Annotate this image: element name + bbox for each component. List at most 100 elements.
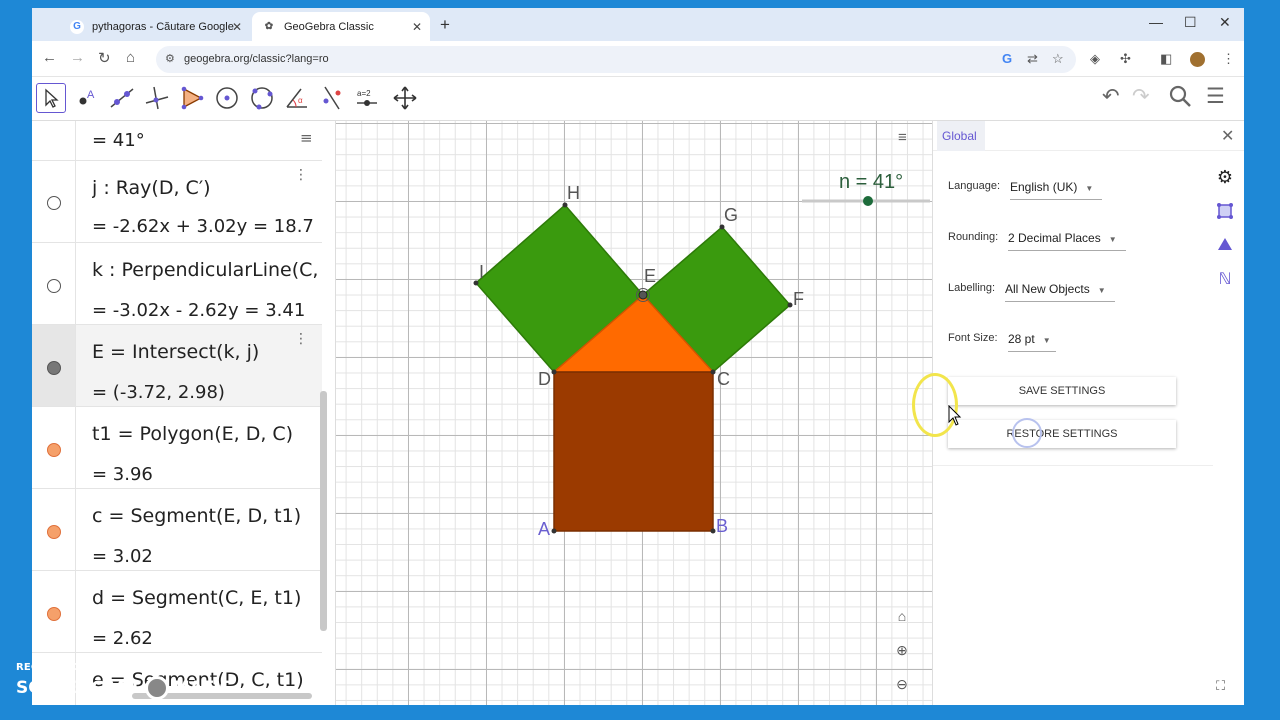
maximize-icon[interactable]: ☐ <box>1184 14 1197 31</box>
angle-tool-icon[interactable]: α <box>282 83 312 113</box>
hamburger-menu-icon[interactable]: ☰ <box>1206 84 1225 109</box>
puzzle-icon[interactable]: ✣ <box>1120 51 1131 67</box>
url-field[interactable]: ⚙ geogebra.org/classic?lang=ro <box>156 46 1076 73</box>
label-f: F <box>793 289 804 309</box>
language-dropdown[interactable]: English (UK) ▼ <box>1010 180 1102 200</box>
tab-geogebra[interactable]: ✿ GeoGebra Classic ✕ <box>252 12 430 41</box>
chevron-down-icon: ▼ <box>1097 286 1106 295</box>
point-f[interactable] <box>787 302 793 308</box>
visibility-toggle[interactable] <box>47 525 61 539</box>
chevron-down-icon: ▼ <box>1108 235 1117 244</box>
point-b[interactable] <box>710 528 716 534</box>
forward-icon[interactable]: → <box>70 49 85 66</box>
restore-settings-button[interactable]: RESTORE SETTINGS <box>948 420 1176 448</box>
gear-icon[interactable]: ⚙ <box>1211 163 1239 191</box>
point-tool-icon[interactable]: A <box>72 83 102 113</box>
slider-handle[interactable] <box>863 196 873 206</box>
visibility-toggle[interactable] <box>47 361 61 375</box>
click-indicator <box>1012 418 1042 448</box>
bookmark-star-icon[interactable]: ☆ <box>1052 51 1064 67</box>
algebra-row[interactable]: E = Intersect(k, j) = (-3.72, 2.98) ⋮ <box>32 325 322 407</box>
algebra-row[interactable]: d = Segment(C, E, t1) = 2.62 <box>32 571 322 653</box>
svg-text:α: α <box>298 96 303 105</box>
close-tab-icon[interactable]: ✕ <box>412 20 422 34</box>
polygon-tool-icon[interactable] <box>177 83 207 113</box>
point-h[interactable] <box>562 202 568 208</box>
algebra-settings-icon[interactable]: ℕ <box>1211 265 1239 293</box>
graphics-style-bar-icon[interactable]: ≡ <box>898 129 907 146</box>
visibility-toggle[interactable] <box>47 607 61 621</box>
close-settings-icon[interactable]: ✕ <box>1221 126 1234 146</box>
point-a[interactable] <box>551 528 557 534</box>
visibility-toggle[interactable] <box>47 196 61 210</box>
point-d[interactable] <box>551 369 557 375</box>
line-tool-icon[interactable] <box>107 83 137 113</box>
new-tab-icon[interactable]: + <box>440 15 450 35</box>
google-lens-icon[interactable]: G <box>1002 51 1012 66</box>
close-tab-icon[interactable]: ✕ <box>232 20 242 34</box>
label-d: D <box>538 369 551 389</box>
fullscreen-icon[interactable]: ⛶ <box>1216 678 1225 694</box>
close-window-icon[interactable]: ✕ <box>1219 14 1231 31</box>
row-gutter <box>32 121 76 160</box>
minimize-icon[interactable]: — <box>1149 14 1163 30</box>
algebra-row[interactable]: k : PerpendicularLine(C, = -3.02x - 2.62… <box>32 243 322 325</box>
menu-dots-icon[interactable]: ⋮ <box>1222 51 1235 67</box>
watermark-word1: SCREENCAST <box>16 678 141 698</box>
standard-view-home-icon[interactable]: ⌂ <box>889 603 915 629</box>
slider-tool-icon[interactable]: a=2 <box>352 83 382 113</box>
screencast-watermark: RECORDED WITH SCREENCAST MATIC <box>16 662 232 700</box>
tab-global[interactable]: Global <box>937 121 985 151</box>
translate-icon[interactable]: ⇄ <box>1027 51 1038 67</box>
visibility-toggle[interactable] <box>47 279 61 293</box>
point-i[interactable] <box>473 280 479 286</box>
perpendicular-tool-icon[interactable] <box>142 83 172 113</box>
back-icon[interactable]: ← <box>42 49 57 66</box>
visibility-toggle[interactable] <box>47 443 61 457</box>
graphics-3d-icon[interactable] <box>1211 231 1239 259</box>
rounding-dropdown[interactable]: 2 Decimal Places ▼ <box>1008 231 1126 251</box>
point-g[interactable] <box>719 224 725 230</box>
reflect-tool-icon[interactable] <box>317 83 347 113</box>
url-text: geogebra.org/classic?lang=ro <box>184 53 329 65</box>
algebra-row[interactable]: = 41° ≡ <box>32 121 322 161</box>
algebra-settings-icon[interactable]: ≡ <box>300 129 313 147</box>
row-value: = 2.62 <box>92 628 153 649</box>
undo-icon[interactable]: ↶ <box>1102 84 1120 109</box>
move-tool-icon[interactable] <box>36 83 66 113</box>
extension-icon[interactable]: ◈ <box>1090 51 1100 67</box>
avatar[interactable] <box>1190 52 1205 67</box>
tab-google-search[interactable]: G pythagoras - Căutare Google ✕ <box>60 12 250 41</box>
algebra-row[interactable]: j : Ray(D, C′) = -2.62x + 3.02y = 18.7 ⋮ <box>32 161 322 243</box>
save-settings-button[interactable]: SAVE SETTINGS <box>948 377 1176 405</box>
watermark-word2: MATIC <box>172 678 232 698</box>
labelling-dropdown[interactable]: All New Objects ▼ <box>1005 282 1115 302</box>
circle-three-points-icon[interactable] <box>247 83 277 113</box>
site-info-icon[interactable]: ⚙ <box>165 52 175 65</box>
google-icon: G <box>70 19 84 34</box>
row-value: = -3.02x - 2.62y = 3.41 <box>92 300 306 321</box>
algebra-row[interactable]: c = Segment(E, D, t1) = 3.02 <box>32 489 322 571</box>
labelling-value: All New Objects <box>1005 282 1090 296</box>
fontsize-label: Font Size: <box>948 332 998 344</box>
square-on-dc[interactable] <box>553 371 714 532</box>
move-view-tool-icon[interactable] <box>390 83 420 113</box>
redo-icon[interactable]: ↷ <box>1132 84 1150 109</box>
home-icon[interactable]: ⌂ <box>126 49 135 66</box>
point-e[interactable] <box>638 290 648 300</box>
zoom-out-icon[interactable]: ⊖ <box>889 671 915 697</box>
point-c[interactable] <box>710 369 716 375</box>
algebra-row[interactable]: t1 = Polygon(E, D, C) = 3.96 <box>32 407 322 489</box>
fontsize-dropdown[interactable]: 28 pt ▼ <box>1008 332 1056 352</box>
reload-icon[interactable]: ↻ <box>98 49 111 67</box>
circle-tool-icon[interactable] <box>212 83 242 113</box>
zoom-in-icon[interactable]: ⊕ <box>889 637 915 663</box>
graphics-view[interactable]: H G I E F D C A B n = 41° ≡ ⌂ ⊕ ⊖ <box>336 121 932 705</box>
label-e: E <box>644 266 656 286</box>
row-menu-icon[interactable]: ⋮ <box>294 331 308 347</box>
side-panel-icon[interactable]: ◧ <box>1160 51 1172 67</box>
graphics-settings-icon[interactable] <box>1211 197 1239 225</box>
algebra-vertical-scrollbar[interactable] <box>320 391 327 631</box>
search-icon[interactable] <box>1168 84 1192 114</box>
row-menu-icon[interactable]: ⋮ <box>294 167 308 183</box>
